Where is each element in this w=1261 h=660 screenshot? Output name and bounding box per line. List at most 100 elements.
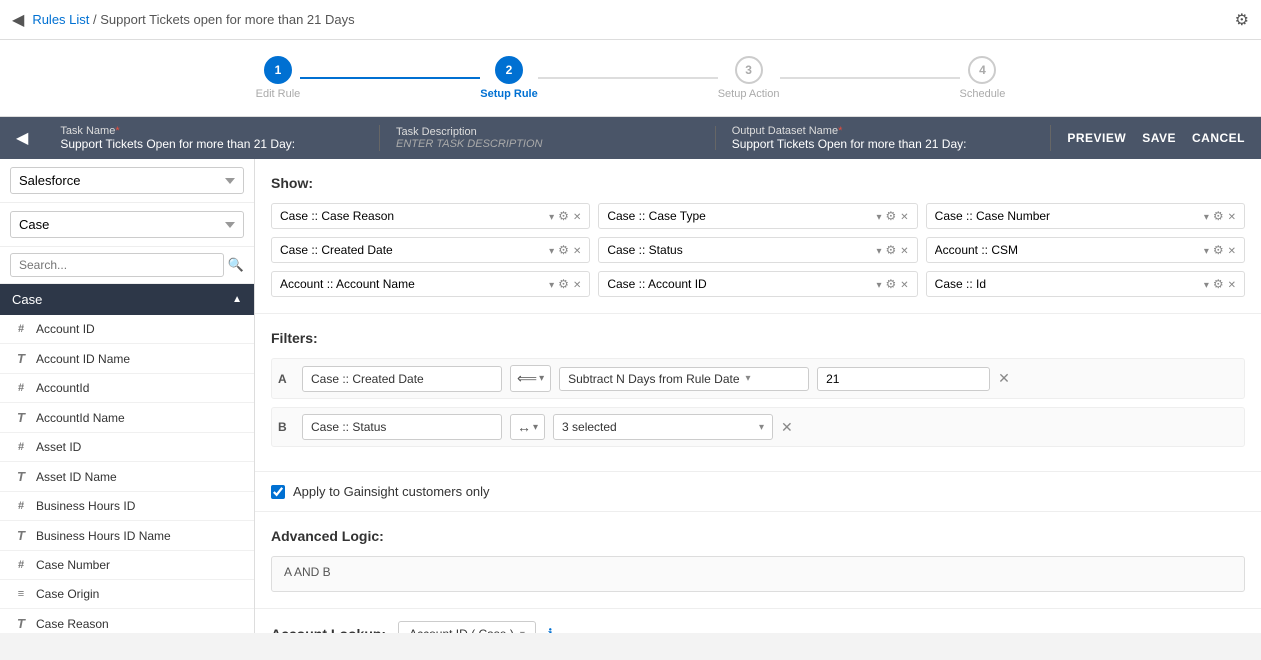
account-lookup-value[interactable]: Account ID ( Case ) [409,627,514,633]
step-line-1-2 [300,77,480,79]
step-1-label: Edit Rule [256,88,301,100]
task-description-field: Task Description ENTER TASK DESCRIPTION [380,126,716,150]
filter-a-value-input[interactable] [826,372,981,386]
sidebar-items-list: #Account IDTAccount ID Name#AccountIdTAc… [0,315,254,633]
account-lookup-chevron: ▾ [520,629,525,634]
show-field-close-icon[interactable] [573,277,581,291]
sidebar-item[interactable]: TAccount ID Name [0,344,254,374]
sidebar-item[interactable]: TAsset ID Name [0,462,254,492]
show-field-chevron [549,243,554,257]
show-field-select[interactable]: Case :: Account ID [607,277,872,291]
output-dataset-label: Output Dataset Name* [732,125,1035,137]
text-icon: T [14,616,28,631]
sidebar-item[interactable]: #Account ID [0,315,254,344]
text-icon: T [14,469,28,484]
filter-row-a: A Case :: Created Date ⟸ ▾ Subtract N Da… [271,358,1245,399]
sidebar-item[interactable]: #Case Number [0,551,254,580]
step-4-circle[interactable]: 4 [968,56,996,84]
step-4-container: 4 Schedule [960,56,1006,100]
hash-icon: # [14,500,28,512]
task-header: ◀ Task Name* Support Tickets Open for mo… [0,117,1261,159]
show-field-select[interactable]: Case :: Id [935,277,1200,291]
show-field-close-icon[interactable] [900,243,908,257]
sidebar-item[interactable]: TCase Reason [0,609,254,633]
save-button[interactable]: SAVE [1142,131,1176,145]
show-field-row: Account :: CSM [926,237,1245,263]
step-1-circle[interactable]: 1 [264,56,292,84]
show-field-gear-icon[interactable] [1213,243,1224,257]
hash-icon: # [14,559,28,571]
show-field-close-icon[interactable] [900,277,908,291]
sidebar-item[interactable]: #Business Hours ID [0,492,254,521]
show-field-gear-icon[interactable] [1213,209,1224,223]
show-field-select[interactable]: Account :: CSM [935,243,1200,257]
task-description-placeholder[interactable]: ENTER TASK DESCRIPTION [396,138,699,150]
show-field-gear-icon[interactable] [558,243,569,257]
filter-a-field[interactable]: Case :: Created Date [302,366,502,392]
show-field-select[interactable]: Case :: Case Type [607,209,872,223]
step-2-circle[interactable]: 2 [495,56,523,84]
show-field-select[interactable]: Account :: Account Name [280,277,545,291]
filter-b-value-select[interactable]: 3 selected ▾ [553,414,773,440]
show-field-chevron [1204,243,1209,257]
sidebar-item-label: Business Hours ID Name [36,529,171,543]
show-field-gear-icon[interactable] [1213,277,1224,291]
search-button[interactable]: 🔍 [228,257,244,273]
show-field-close-icon[interactable] [1228,209,1236,223]
show-field-gear-icon[interactable] [886,209,897,223]
advanced-logic-input[interactable]: A AND B [271,556,1245,592]
show-field-close-icon[interactable] [573,243,581,257]
show-field-gear-icon[interactable] [558,209,569,223]
filter-a-function-chevron: ▾ [746,373,751,384]
back-button[interactable]: ◀ [12,10,24,30]
show-field-select[interactable]: Case :: Case Reason [280,209,545,223]
show-field-row: Case :: Case Number [926,203,1245,229]
sidebar-item[interactable]: TAccountId Name [0,403,254,433]
apply-gainsight-checkbox[interactable] [271,485,285,499]
sidebar-section-case[interactable]: Case ▲ [0,284,254,315]
object-dropdown[interactable]: Case [10,211,244,238]
step-3-circle[interactable]: 3 [735,56,763,84]
account-lookup-info-icon[interactable]: ℹ [548,626,553,633]
sidebar-item[interactable]: #AccountId [0,374,254,403]
show-field-select[interactable]: Case :: Case Number [935,209,1200,223]
search-input[interactable] [10,253,224,277]
show-field-close-icon[interactable] [1228,277,1236,291]
show-field-select[interactable]: Case :: Status [607,243,872,257]
filter-a-remove-button[interactable]: ✕ [998,370,1010,387]
preview-button[interactable]: PREVIEW [1067,131,1126,145]
sidebar-item[interactable]: TBusiness Hours ID Name [0,521,254,551]
output-dataset-value[interactable]: Support Tickets Open for more than 21 Da… [732,137,1035,151]
show-field-gear-icon[interactable] [558,277,569,291]
show-field-close-icon[interactable] [900,209,908,223]
filter-a-operator[interactable]: ⟸ ▾ [510,365,551,392]
cancel-button[interactable]: CANCEL [1192,131,1245,145]
filter-b-operator[interactable]: ↔ ▾ [510,414,545,440]
task-description-label: Task Description [396,126,699,138]
show-field-gear-icon[interactable] [886,277,897,291]
step-2-label: Setup Rule [480,88,537,100]
filter-b-field[interactable]: Case :: Status [302,414,502,440]
hash-icon: # [14,441,28,453]
account-lookup-label: Account Lookup: [271,626,386,633]
task-name-value[interactable]: Support Tickets Open for more than 21 Da… [60,137,363,151]
sidebar: Salesforce Case 🔍 Case ▲ #Account IDTAcc… [0,159,255,633]
sidebar-item[interactable]: #Asset ID [0,433,254,462]
hash-icon: # [14,382,28,394]
filter-b-remove-button[interactable]: ✕ [781,419,793,436]
sidebar-item[interactable]: ≡Case Origin [0,580,254,609]
settings-icon[interactable]: ⚙ [1235,10,1249,30]
show-field-gear-icon[interactable] [886,243,897,257]
datasource-dropdown[interactable]: Salesforce [10,167,244,194]
main-layout: Salesforce Case 🔍 Case ▲ #Account IDTAcc… [0,159,1261,633]
step-1-container: 1 Edit Rule [256,56,301,100]
account-lookup-select-wrap: Account ID ( Case ) ▾ [398,621,536,633]
show-field-close-icon[interactable] [573,209,581,223]
sidebar-item-label: Account ID [36,322,95,336]
show-field-close-icon[interactable] [1228,243,1236,257]
doc-icon: ≡ [14,588,28,600]
show-field-chevron [549,277,554,291]
breadcrumb-rules-list[interactable]: Rules List [32,12,89,27]
task-header-back-button[interactable]: ◀ [16,128,28,148]
show-field-select[interactable]: Case :: Created Date [280,243,545,257]
